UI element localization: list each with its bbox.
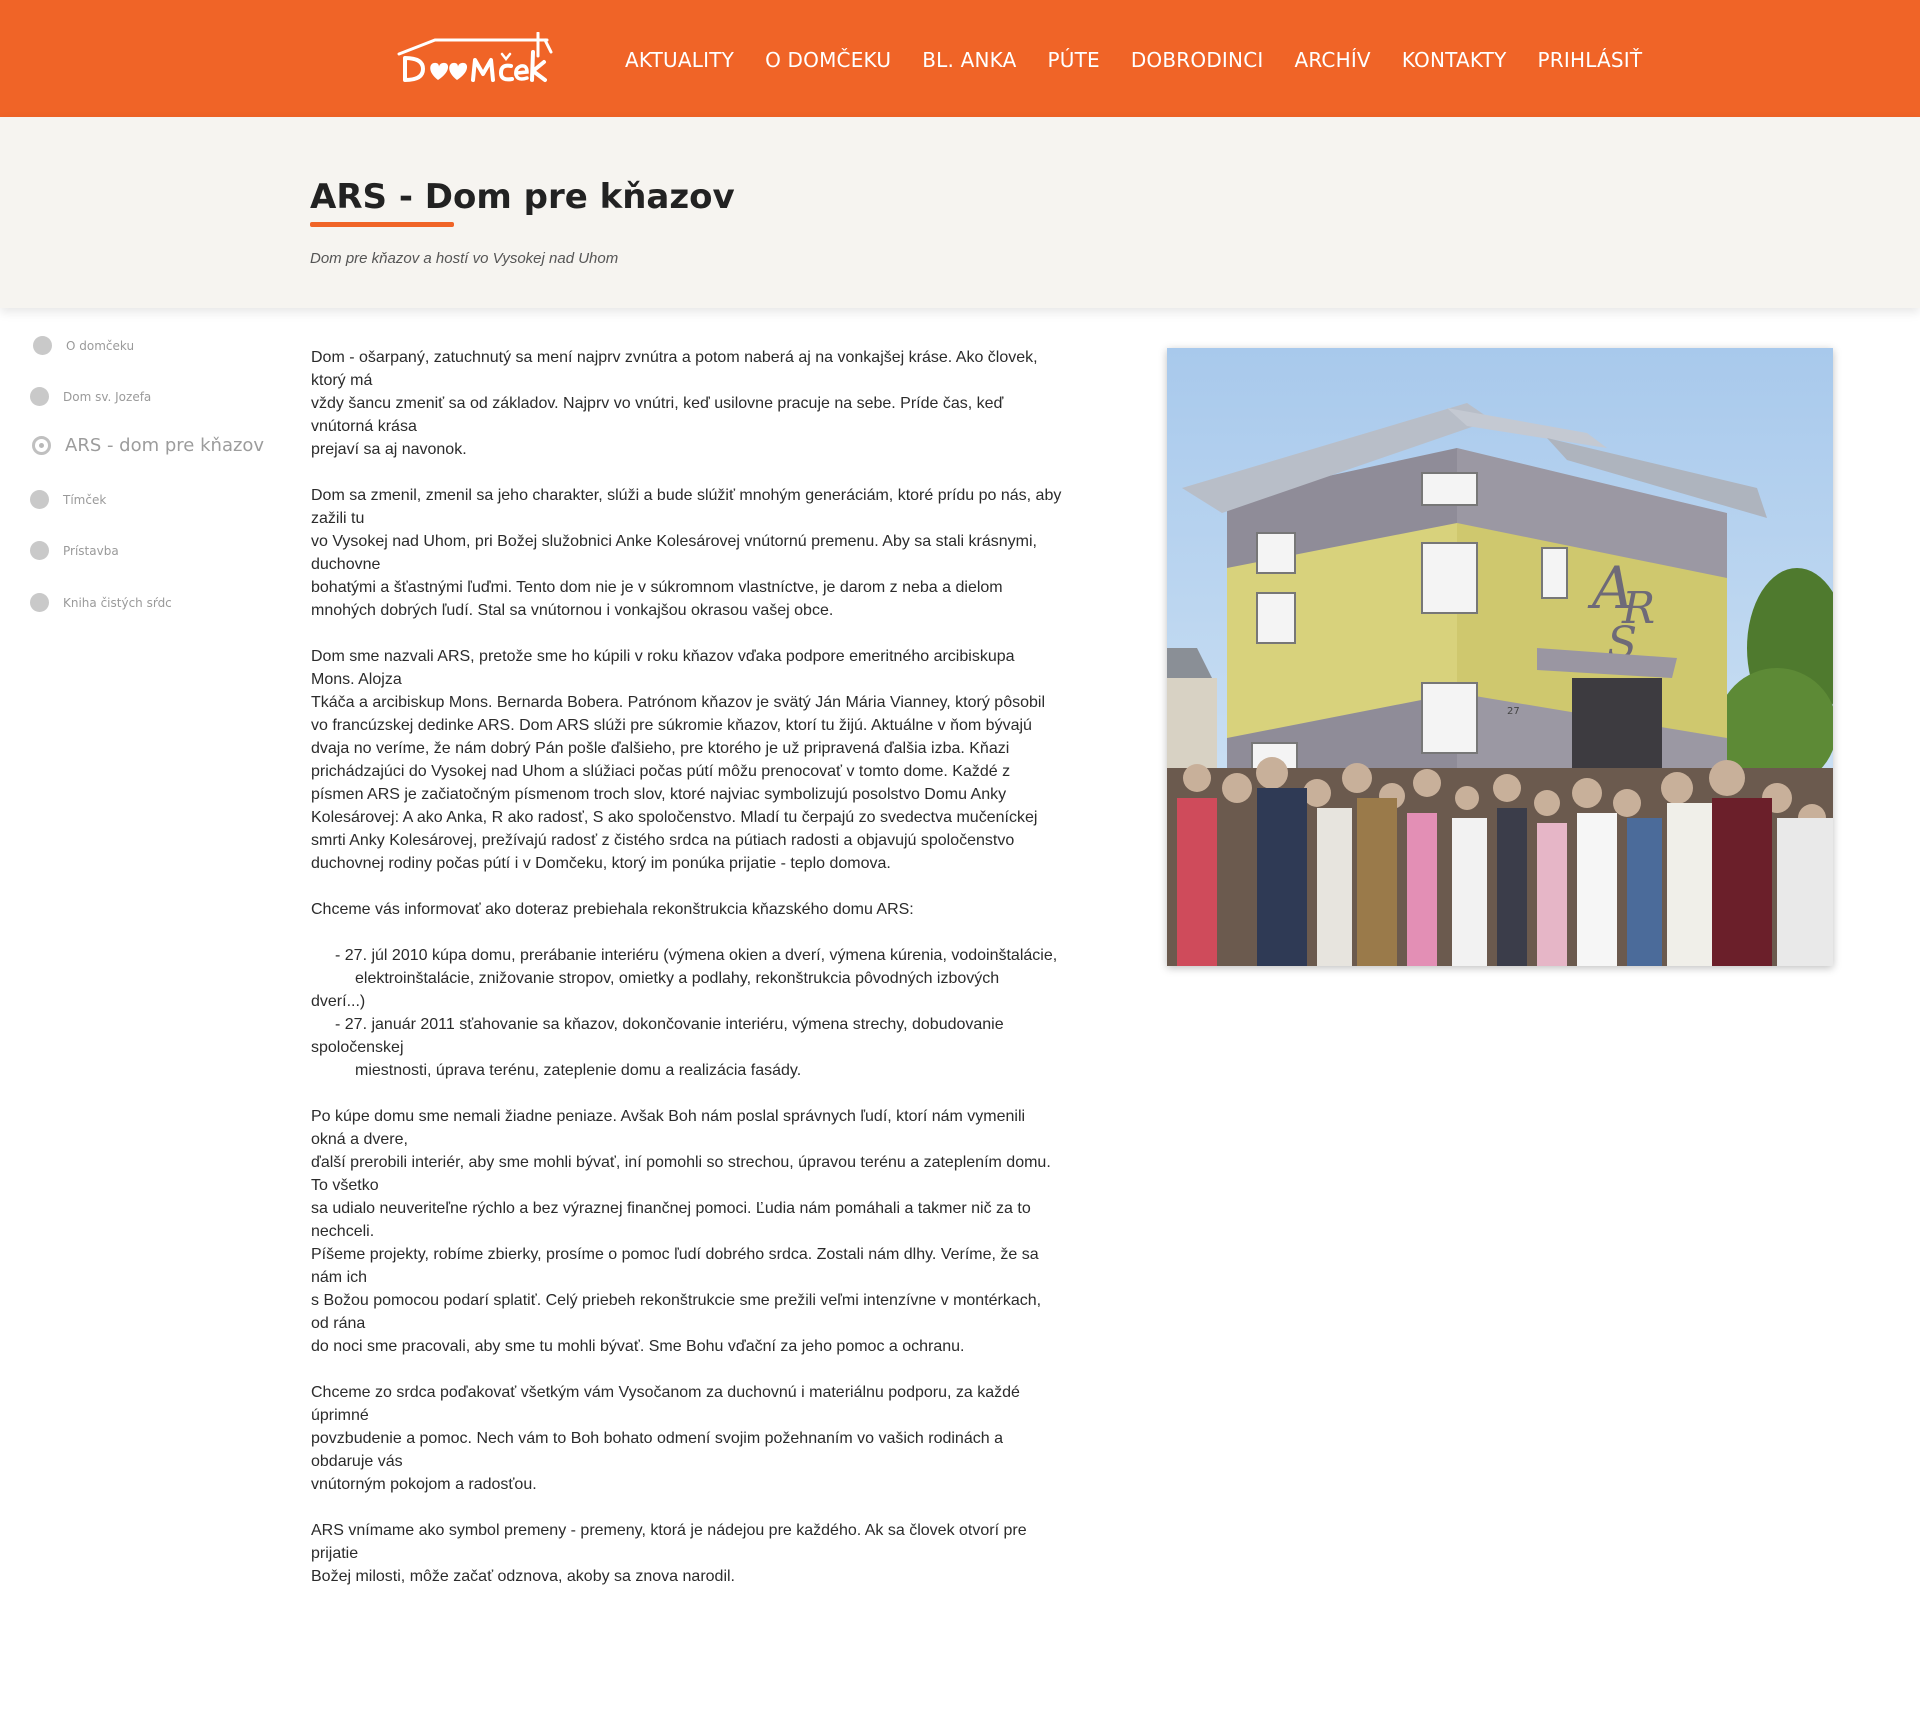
circle-icon (33, 336, 52, 355)
domcek-logo[interactable] (395, 32, 555, 86)
article-paragraph: Chceme vás informovať ako doteraz prebie… (311, 898, 1061, 921)
timeline-line: elektroinštalácie, znižovanie stropov, o… (355, 970, 1000, 987)
article-line: Mons. Alojza (311, 671, 402, 688)
article-paragraph: Dom - ošarpaný, zatuchnutý sa mení najpr… (311, 346, 1061, 461)
article-line: okná a dvere, (311, 1131, 408, 1148)
article-line: nám ich (311, 1269, 368, 1286)
article-line: od rána (311, 1315, 366, 1332)
circle-icon (30, 387, 49, 406)
article-line: obdaruje vás (311, 1453, 403, 1470)
article-line: povzbudenie a pomoc. Nech vám to Boh boh… (311, 1430, 1003, 1447)
timeline-line: dverí...) (311, 993, 366, 1010)
title-underline (310, 222, 454, 227)
article-line: vo Vysokej nad Uhom, pri Božej služobnic… (311, 533, 1037, 550)
article-line: ARS vnímame ako symbol premeny - premeny… (311, 1522, 1027, 1539)
nav-bl-anka[interactable]: BL. ANKA (922, 48, 1016, 72)
article-line: Tkáča a arcibiskup Mons. Bernarda Bobera… (311, 694, 1045, 711)
article-line: mnohých dobrých ľudí. Stal sa vnútornou … (311, 602, 834, 619)
article-body: Dom - ošarpaný, zatuchnutý sa mení najpr… (311, 346, 1061, 1611)
article-line: nechceli. (311, 1223, 375, 1240)
article-paragraph: Dom sa zmenil, zmenil sa jeho charakter,… (311, 484, 1061, 622)
article-line: Božej milosti, môže začať odznova, akoby… (311, 1568, 735, 1585)
ars-house-photo-image: A R S 27 (1167, 348, 1833, 966)
timeline-line: - 27. január 2011 sťahovanie sa kňazov, … (335, 1016, 1004, 1033)
article-line: ktorý má (311, 372, 373, 389)
reconstruction-timeline: - 27. júl 2010 kúpa domu, prerábanie int… (311, 944, 1061, 1082)
sidebar-item-dom-sv-jozefa[interactable]: Dom sv. Jozefa (30, 387, 151, 406)
article-line: zažili tu (311, 510, 365, 527)
article-paragraph: ARS vnímame ako symbol premeny - premeny… (311, 1519, 1061, 1588)
sidebar-item-label: Dom sv. Jozefa (63, 389, 152, 404)
sidebar-item-kniha-cistych-srdc[interactable]: Kniha čistých sŕdc (30, 593, 172, 612)
article-line: Dom sa zmenil, zmenil sa jeho charakter,… (311, 487, 1062, 504)
timeline-line: miestnosti, úprava terénu, zateplenie do… (355, 1062, 802, 1079)
nav-aktuality[interactable]: AKTUALITY (625, 48, 734, 72)
article-line: do noci sme pracovali, aby sme tu mohli … (311, 1338, 965, 1355)
page-subtitle: Dom pre kňazov a hostí vo Vysokej nad Uh… (310, 250, 619, 267)
article-line: vo francúzskej dedinke ARS. Dom ARS slúž… (311, 717, 1032, 734)
circle-icon (30, 490, 49, 509)
sidebar-item-ars-dom-pre-knazov[interactable]: ARS - dom pre kňazov (32, 435, 264, 456)
article-line: s Božou pomocou podarí splatiť. Celý pri… (311, 1292, 1042, 1309)
circle-icon (30, 593, 49, 612)
nav-pute[interactable]: PÚTE (1047, 48, 1099, 72)
article-paragraph: Dom sme nazvali ARS, pretože sme ho kúpi… (311, 645, 1061, 875)
nav-prihlasit[interactable]: PRIHLÁSIŤ (1538, 48, 1643, 72)
article-line: Dom sme nazvali ARS, pretože sme ho kúpi… (311, 648, 1015, 665)
article-line: prejaví sa aj navonok. (311, 441, 467, 458)
sidebar-item-o-domceku[interactable]: O domčeku (33, 336, 134, 355)
article-line: písmen ARS je začiatočným písmenom troch… (311, 786, 1007, 803)
page-hero: ARS - Dom pre kňazov Dom pre kňazov a ho… (0, 117, 1920, 308)
page-title: ARS - Dom pre kňazov (310, 177, 735, 217)
article-paragraph: Chceme zo srdca poďakovať všetkým vám Vy… (311, 1381, 1061, 1496)
timeline-line: - 27. júl 2010 kúpa domu, prerábanie int… (335, 947, 1058, 964)
sidebar-item-label: Tímček (63, 492, 107, 507)
article-line: sa udialo neuveriteľne rýchlo a bez výra… (311, 1200, 1031, 1217)
article-line: smrti Anky Kolesárovej, prežívajú radosť… (311, 832, 1015, 849)
nav-kontakty[interactable]: KONTAKTY (1402, 48, 1507, 72)
article-line: úprimné (311, 1407, 369, 1424)
radio-selected-icon (32, 436, 51, 455)
article-line: ďalší prerobili interiér, aby sme mohli … (311, 1154, 1051, 1171)
article-line: Po kúpe domu sme nemali žiadne peniaze. … (311, 1108, 1026, 1125)
article-line: prichádzajúci do Vysokej nad Uhom a slúž… (311, 763, 1011, 780)
article-line: Kolesárovej: A ako Anka, R ako radosť, S… (311, 809, 1038, 826)
article-paragraph: Po kúpe domu sme nemali žiadne peniaze. … (311, 1105, 1061, 1358)
article-line: prijatie (311, 1545, 359, 1562)
nav-dobrodinci[interactable]: DOBRODINCI (1131, 48, 1264, 72)
sidebar-item-pristavba[interactable]: Prístavba (30, 541, 119, 560)
article-line: Dom - ošarpaný, zatuchnutý sa mení najpr… (311, 349, 1038, 366)
house-number: 27 (1507, 706, 1520, 717)
article-line: Píšeme projekty, robíme zbierky, prosíme… (311, 1246, 1039, 1263)
ars-house-photo: A R S 27 (1167, 348, 1833, 966)
article-line: Chceme vás informovať ako doteraz prebie… (311, 901, 914, 918)
article-line: vnútorná krása (311, 418, 417, 435)
sidebar-item-label: Kniha čistých sŕdc (63, 595, 172, 610)
main-nav: AKTUALITY O DOMČEKU BL. ANKA PÚTE DOBROD… (625, 48, 1642, 72)
timeline-line: spoločenskej (311, 1039, 404, 1056)
domcek-logo-image (397, 32, 553, 82)
article-line: Chceme zo srdca poďakovať všetkým vám Vy… (311, 1384, 1020, 1401)
sidebar-item-label: O domčeku (66, 338, 135, 353)
top-navbar: AKTUALITY O DOMČEKU BL. ANKA PÚTE DOBROD… (0, 0, 1920, 117)
article-line: vnútorným pokojom a radosťou. (311, 1476, 537, 1493)
article-line: duchovne (311, 556, 381, 573)
article-line: dvaja no veríme, že nám dobrý Pán pošle … (311, 740, 1010, 757)
article-line: To všetko (311, 1177, 379, 1194)
nav-o-domceku[interactable]: O DOMČEKU (765, 48, 891, 72)
circle-icon (30, 541, 49, 560)
article-line: vždy šancu zmeniť sa od základov. Najprv… (311, 395, 1004, 412)
sidebar-item-timcek[interactable]: Tímček (30, 490, 106, 509)
sidebar-item-label-active: ARS - dom pre kňazov (65, 435, 265, 456)
nav-archiv[interactable]: ARCHÍV (1294, 48, 1370, 72)
article-line: bohatými a šťastnými ľuďmi. Tento dom ni… (311, 579, 1003, 596)
sidebar-item-label: Prístavba (63, 543, 119, 558)
article-line: duchovnej rodiny počas pútí i v Domčeku,… (311, 855, 891, 872)
